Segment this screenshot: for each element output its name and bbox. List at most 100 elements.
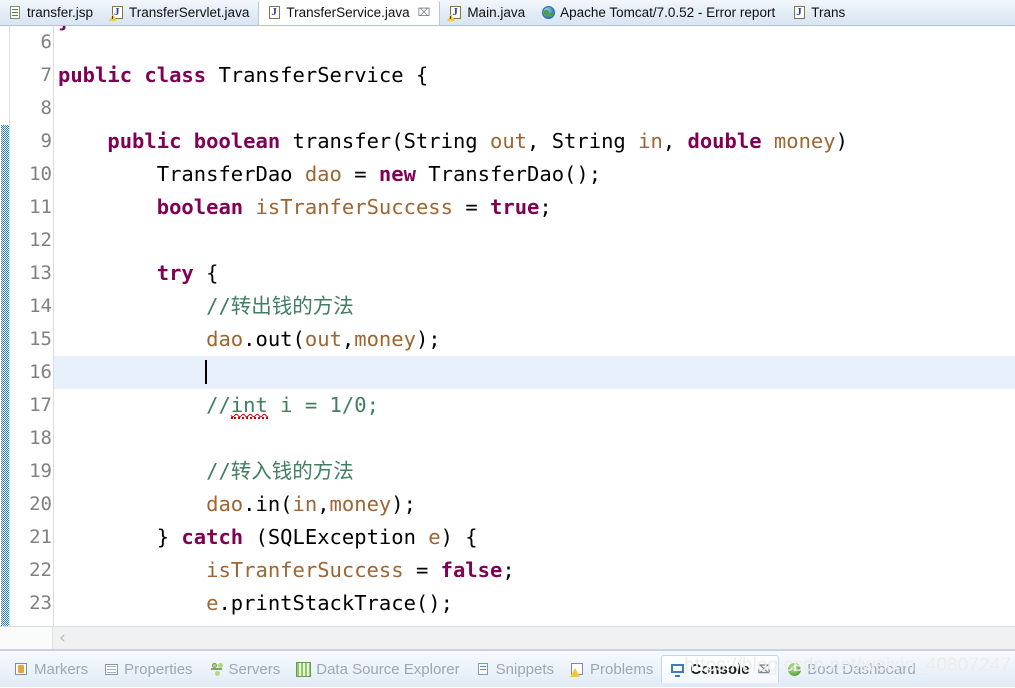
line-number: 19	[29, 460, 52, 482]
changed-lines-marker	[1, 125, 9, 626]
code-line[interactable]: TransferDao dao = new TransferDao();	[54, 158, 1015, 191]
view-tab-console[interactable]: Console ⌧	[661, 655, 780, 683]
code-token: .printStackTrace();	[218, 591, 453, 615]
code-line[interactable]	[54, 92, 1015, 125]
code-token: ;	[539, 195, 552, 219]
code-token: ) {	[440, 525, 478, 549]
code-token: //转出钱的方法	[206, 294, 354, 318]
view-tab-label: Snippets	[495, 660, 555, 678]
line-number: 11	[29, 196, 52, 218]
code-token: //	[206, 393, 231, 417]
view-tab-bar: Markers Properties Servers Data Source Expl…	[0, 650, 1015, 687]
code-line[interactable]: } catch (SQLException e) {	[54, 521, 1015, 554]
view-tab-data-source-explorer[interactable]: Data Source Explorer	[288, 655, 467, 683]
code-token: catch	[181, 525, 256, 549]
code-token: double	[687, 129, 774, 153]
close-icon[interactable]: ⌧	[758, 663, 771, 676]
code-line[interactable]: e.printStackTrace();	[54, 587, 1015, 620]
snippets-icon	[476, 662, 491, 677]
code-token: dao	[206, 327, 244, 351]
code-line[interactable]: try {	[54, 257, 1015, 290]
code-line[interactable]: dao.out(out,money);	[54, 323, 1015, 356]
jsp-file-icon	[8, 5, 22, 20]
view-tab-markers[interactable]: Markers	[6, 655, 96, 683]
warning-badge-icon	[109, 13, 118, 21]
code-token: dao	[304, 162, 355, 186]
code-line[interactable]: //转出钱的方法	[54, 290, 1015, 323]
line-number: 21	[29, 526, 52, 548]
view-tab-label: Servers	[228, 660, 281, 678]
code-line[interactable]	[54, 356, 1015, 389]
code-token: ;	[502, 558, 515, 582]
clipped-previous-line: }	[58, 26, 70, 37]
line-number: 18	[29, 427, 52, 449]
editor-tab-label: Apache Tomcat/7.0.52 - Error report	[560, 4, 776, 20]
code-token: false	[440, 558, 503, 582]
warning-badge-icon	[447, 13, 456, 21]
editor-tab-main-java[interactable]: Main.java	[440, 0, 534, 25]
close-icon[interactable]: ⌧	[418, 7, 431, 19]
code-token: .in(	[243, 492, 293, 516]
code-line[interactable]	[54, 26, 1015, 59]
line-number: 10	[29, 163, 52, 185]
editor-tab-trans[interactable]: Trans	[784, 0, 854, 25]
line-number-gutter: 6 7 8 9 10 11 12 13 14 15 16 17 18 19 20 21 22 23	[10, 26, 54, 626]
code-line[interactable]: public class TransferService {	[54, 59, 1015, 92]
code-line[interactable]: dao.in(in,money);	[54, 488, 1015, 521]
view-tab-boot-dashboard[interactable]: Boot Dashboard	[779, 655, 923, 683]
caret-indent	[58, 360, 206, 384]
code-token: e	[206, 591, 219, 615]
editor-tab-transfer-jsp[interactable]: transfer.jsp	[0, 0, 102, 25]
java-file-icon	[792, 5, 806, 20]
console-icon	[670, 662, 685, 677]
editor-tab-apache-tomcat-7-0-52-error-report[interactable]: Apache Tomcat/7.0.52 - Error report	[534, 0, 784, 25]
code-line[interactable]: //转入钱的方法	[54, 455, 1015, 488]
code-line[interactable]: boolean isTranferSuccess = true;	[54, 191, 1015, 224]
code-token: money	[329, 492, 392, 516]
chevron-left-icon[interactable]: ‹	[59, 629, 66, 647]
code-text-area[interactable]: } public class TransferService { public …	[54, 26, 1015, 626]
code-token: =	[415, 558, 441, 582]
code-line[interactable]: //int i = 1/0;	[54, 389, 1015, 422]
code-token: true	[490, 195, 540, 219]
java-warning-file-icon	[447, 5, 462, 21]
code-token: out	[304, 327, 342, 351]
editor-tab-transferservlet-java[interactable]: TransferServlet.java	[102, 0, 258, 25]
view-tab-label: Data Source Explorer	[316, 660, 460, 678]
code-line[interactable]	[54, 422, 1015, 455]
line-number: 23	[29, 592, 52, 614]
code-token: try	[156, 261, 207, 285]
code-line[interactable]: public boolean transfer(String out, Stri…	[54, 125, 1015, 158]
editor-tab-label: Trans	[811, 4, 846, 20]
code-token: //转入钱的方法	[206, 459, 354, 483]
code-token: (SQLException	[255, 525, 429, 549]
editor-tab-transferservice-java[interactable]: TransferService.java ⌧	[258, 0, 441, 25]
view-tab-label: Properties	[124, 660, 193, 678]
line-number: 12	[29, 229, 52, 251]
line-number: 7	[40, 64, 52, 86]
code-line[interactable]	[54, 224, 1015, 257]
view-tab-label: Boot Dashboard	[807, 660, 916, 678]
view-tab-properties[interactable]: Properties	[96, 655, 200, 683]
code-token: TransferService {	[218, 63, 429, 87]
view-tab-servers[interactable]: Servers	[201, 655, 289, 683]
view-tab-snippets[interactable]: Snippets	[468, 655, 562, 683]
editor-tab-label: TransferServlet.java	[129, 4, 250, 20]
code-token: }	[58, 525, 182, 549]
horizontal-scrollbar[interactable]: ‹	[0, 626, 1015, 650]
view-tab-problems[interactable]: Problems	[562, 655, 661, 683]
code-editor[interactable]: 6 7 8 9 10 11 12 13 14 15 16 17 18 19 20 21 22 23 } publi…	[0, 26, 1015, 626]
code-token: );	[391, 492, 416, 516]
view-tab-label: Markers	[34, 660, 89, 678]
code-token: isTranferSuccess	[206, 558, 416, 582]
markers-icon	[14, 662, 29, 677]
code-line[interactable]: isTranferSuccess = false;	[54, 554, 1015, 587]
code-token: ,	[341, 327, 355, 351]
